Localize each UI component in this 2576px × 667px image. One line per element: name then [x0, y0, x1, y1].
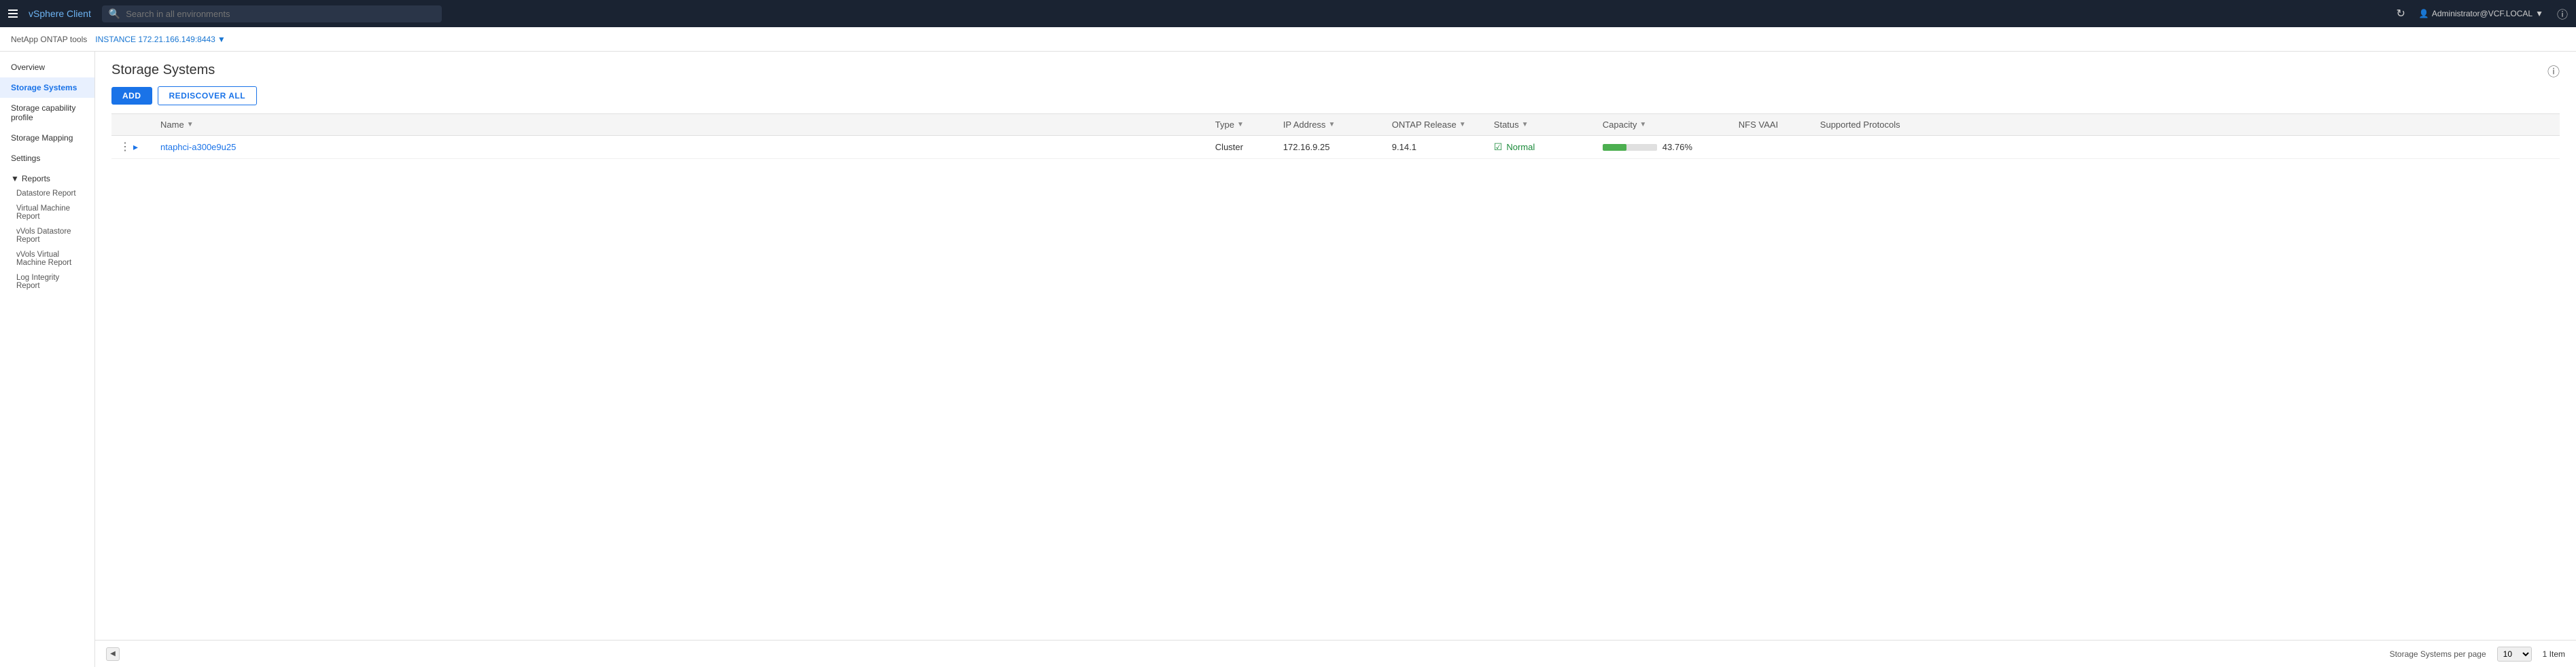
col-header-status[interactable]: Status ▼ — [1486, 114, 1595, 136]
page-help-icon[interactable]: ⓘ — [2547, 62, 2560, 80]
sidebar-capability-label: Storage capability profile — [11, 103, 84, 122]
user-icon: 👤 — [2419, 9, 2429, 18]
col-header-nfs[interactable]: NFS VAAI — [1730, 114, 1812, 136]
storage-systems-table: Name ▼ Type ▼ IP Address — [111, 113, 2560, 159]
sidebar-reports-label: Reports — [22, 174, 50, 183]
row-ip-value: 172.16.9.25 — [1283, 142, 1330, 152]
sidebar-item-vvols-vm-report[interactable]: vVols Virtual Machine Report — [0, 247, 94, 270]
sidebar-mapping-label: Storage Mapping — [11, 133, 73, 143]
help-icon[interactable]: ⓘ — [2557, 5, 2568, 22]
row-expand-icon[interactable]: ▸ — [133, 141, 138, 153]
sidebar-item-log-integrity-report[interactable]: Log Integrity Report — [0, 270, 94, 293]
log-integrity-report-label: Log Integrity Report — [16, 274, 59, 290]
vvols-ds-report-label: vVols Datastore Report — [16, 228, 71, 244]
vm-report-label: Virtual Machine Report — [16, 204, 70, 221]
sidebar-item-settings[interactable]: Settings — [0, 148, 94, 168]
sidebar-overview-label: Overview — [11, 62, 45, 72]
row-capacity-cell: 43.76% — [1595, 136, 1730, 159]
instance-chevron-icon: ▼ — [217, 35, 226, 44]
col-header-ip[interactable]: IP Address ▼ — [1275, 114, 1384, 136]
sidebar-item-storage-capability-profile[interactable]: Storage capability profile — [0, 98, 94, 128]
search-box[interactable]: 🔍 — [102, 5, 442, 22]
ip-filter-icon: ▼ — [1328, 121, 1335, 128]
page-header: Storage Systems ⓘ — [95, 52, 2576, 86]
row-name-cell: ntaphci-a300e9u25 — [152, 136, 1207, 159]
top-nav-right: ↻ 👤 Administrator@VCF.LOCAL ▼ ⓘ — [2397, 5, 2569, 22]
sidebar-settings-label: Settings — [11, 154, 40, 163]
search-input[interactable] — [126, 9, 435, 19]
row-actions-cell: ⋮ ▸ — [111, 136, 152, 159]
table-row: ⋮ ▸ ntaphci-a300e9u25 Cluster 172.16.9.2… — [111, 136, 2560, 159]
col-header-capacity[interactable]: Capacity ▼ — [1595, 114, 1730, 136]
row-protocols-cell — [1812, 136, 2560, 159]
footer-right: Storage Systems per page 10 25 50 100 1 … — [2390, 647, 2565, 662]
row-actions: ⋮ ▸ — [120, 141, 144, 153]
table-container: Name ▼ Type ▼ IP Address — [95, 113, 2576, 159]
toolbar: ADD REDISCOVER ALL — [95, 86, 2576, 113]
sidebar-item-storage-systems[interactable]: Storage Systems — [0, 77, 94, 98]
main-content: Storage Systems ⓘ ADD REDISCOVER ALL Nam… — [95, 52, 2576, 667]
status-normal-icon: ☑ — [1494, 141, 1503, 153]
username: Administrator@VCF.LOCAL — [2432, 9, 2533, 18]
page-title: Storage Systems — [111, 62, 215, 78]
app-name: vSphere Client — [29, 8, 91, 19]
refresh-icon[interactable]: ↻ — [2397, 7, 2405, 20]
instance-label: INSTANCE 172.21.166.149:8443 — [95, 35, 215, 44]
footer-left: ◀ — [106, 647, 120, 661]
row-type-cell: Cluster — [1207, 136, 1275, 159]
capacity-bar-container: 43.76% — [1603, 142, 1722, 152]
datastore-report-label: Datastore Report — [16, 190, 76, 198]
name-filter-icon: ▼ — [187, 121, 194, 128]
collapse-sidebar-button[interactable]: ◀ — [106, 647, 120, 661]
col-header-type[interactable]: Type ▼ — [1207, 114, 1275, 136]
user-chevron-icon: ▼ — [2535, 9, 2543, 18]
add-button[interactable]: ADD — [111, 87, 152, 105]
row-type-value: Cluster — [1215, 142, 1243, 152]
per-page-select[interactable]: 10 25 50 100 — [2497, 647, 2532, 662]
table-header-row: Name ▼ Type ▼ IP Address — [111, 114, 2560, 136]
main-layout: Overview Storage Systems Storage capabil… — [0, 52, 2576, 667]
sidebar: Overview Storage Systems Storage capabil… — [0, 52, 95, 667]
top-nav: vSphere Client 🔍 ↻ 👤 Administrator@VCF.L… — [0, 0, 2576, 27]
sidebar-item-overview[interactable]: Overview — [0, 57, 94, 77]
item-count: 1 Item — [2543, 649, 2565, 659]
sidebar-item-datastore-report[interactable]: Datastore Report — [0, 186, 94, 201]
col-header-name[interactable]: Name ▼ — [152, 114, 1207, 136]
type-filter-icon: ▼ — [1237, 121, 1244, 128]
col-header-actions — [111, 114, 152, 136]
sidebar-item-vvols-datastore-report[interactable]: vVols Datastore Report — [0, 224, 94, 247]
vvols-vm-report-label: vVols Virtual Machine Report — [16, 251, 71, 267]
capacity-filter-icon: ▼ — [1639, 121, 1646, 128]
status-normal: ☑ Normal — [1494, 141, 1586, 153]
capacity-bar — [1603, 144, 1657, 151]
status-filter-icon: ▼ — [1522, 121, 1529, 128]
reports-chevron-icon: ▼ — [11, 174, 19, 183]
capacity-label: 43.76% — [1663, 142, 1692, 152]
user-menu[interactable]: 👤 Administrator@VCF.LOCAL ▼ — [2419, 9, 2543, 18]
row-ontap-value: 9.14.1 — [1392, 142, 1416, 152]
row-nfs-cell — [1730, 136, 1812, 159]
breadcrumb-app-title: NetApp ONTAP tools — [11, 35, 87, 44]
rediscover-all-button[interactable]: REDISCOVER ALL — [158, 86, 258, 105]
breadcrumb-bar: NetApp ONTAP tools INSTANCE 172.21.166.1… — [0, 27, 2576, 52]
row-status-cell: ☑ Normal — [1486, 136, 1595, 159]
ontap-filter-icon: ▼ — [1459, 121, 1466, 128]
hamburger-menu[interactable] — [8, 10, 18, 18]
sidebar-item-vm-report[interactable]: Virtual Machine Report — [0, 201, 94, 224]
sidebar-item-storage-mapping[interactable]: Storage Mapping — [0, 128, 94, 148]
row-ontap-cell: 9.14.1 — [1384, 136, 1486, 159]
sidebar-reports-section[interactable]: ▼ Reports — [0, 168, 94, 186]
col-header-protocols[interactable]: Supported Protocols — [1812, 114, 2560, 136]
table-footer: ◀ Storage Systems per page 10 25 50 100 … — [95, 640, 2576, 667]
capacity-fill — [1603, 144, 1626, 151]
instance-link[interactable]: INSTANCE 172.21.166.149:8443 ▼ — [95, 35, 225, 44]
row-name-link[interactable]: ntaphci-a300e9u25 — [160, 142, 236, 152]
row-ip-cell: 172.16.9.25 — [1275, 136, 1384, 159]
row-context-menu-icon[interactable]: ⋮ — [120, 142, 130, 153]
sidebar-storage-systems-label: Storage Systems — [11, 83, 77, 92]
search-icon: 🔍 — [109, 8, 120, 20]
status-value: Normal — [1506, 142, 1535, 152]
per-page-label: Storage Systems per page — [2390, 649, 2486, 659]
col-header-ontap[interactable]: ONTAP Release ▼ — [1384, 114, 1486, 136]
